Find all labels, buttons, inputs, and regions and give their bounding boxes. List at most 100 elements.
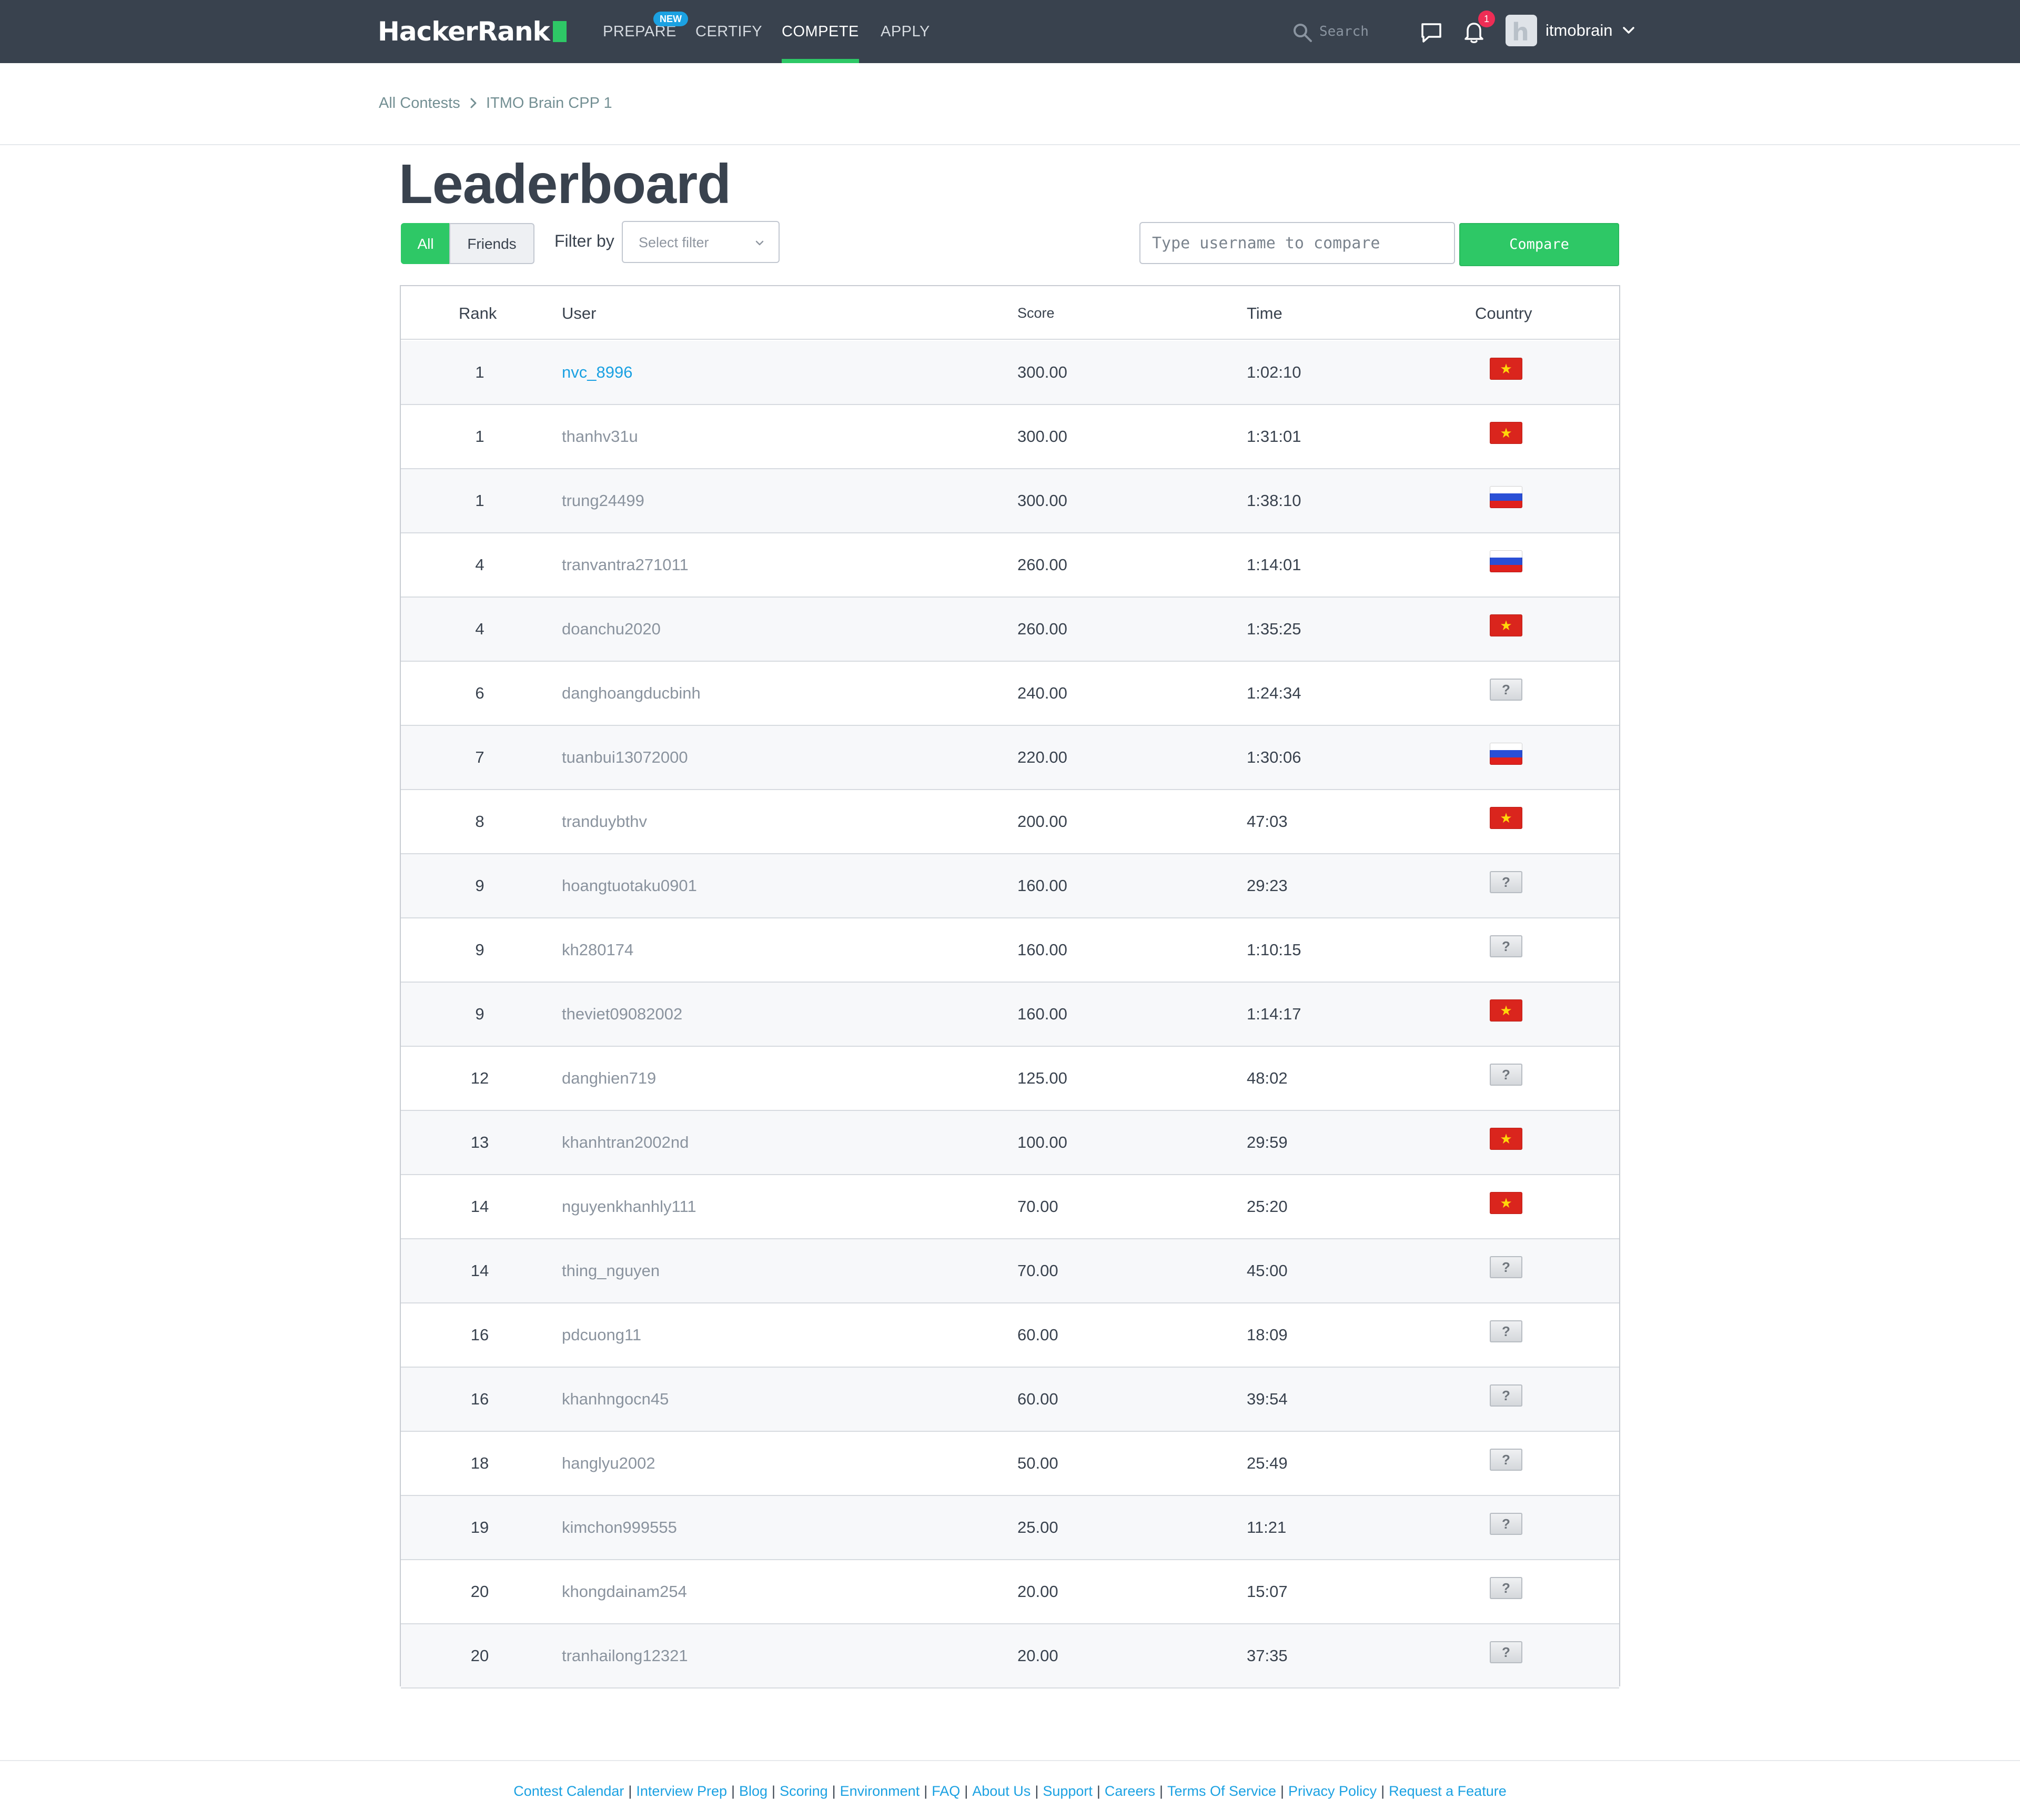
row-time: 1:24:34 <box>1247 684 1301 702</box>
row-time: 15:07 <box>1247 1582 1288 1601</box>
footer-link[interactable]: Scoring <box>780 1783 828 1799</box>
row-rank: 14 <box>470 1261 489 1280</box>
search-icon[interactable] <box>1292 22 1313 43</box>
table-header: Rank User Score Time Country <box>401 286 1619 340</box>
row-score: 200.00 <box>1017 812 1067 831</box>
footer-link[interactable]: Environment <box>840 1783 920 1799</box>
row-rank: 1 <box>475 491 484 510</box>
nav-prepare[interactable]: PREPARE <box>603 0 676 63</box>
row-username[interactable]: kimchon999555 <box>562 1518 677 1537</box>
search-input[interactable] <box>1319 20 1398 43</box>
nav-compete[interactable]: COMPETE <box>782 0 859 63</box>
row-username[interactable]: danghoangducbinh <box>562 684 701 703</box>
footer-link[interactable]: Contest Calendar <box>513 1783 624 1799</box>
row-username[interactable]: khanhtran2002nd <box>562 1133 689 1152</box>
hackerrank-logo[interactable]: HackerRank <box>378 16 567 47</box>
row-username[interactable]: theviet09082002 <box>562 1005 682 1024</box>
footer-link[interactable]: About Us <box>972 1783 1031 1799</box>
row-time: 1:10:15 <box>1247 941 1301 959</box>
row-username[interactable]: tuanbui13072000 <box>562 748 688 767</box>
unknown-flag-icon: ? <box>1490 1449 1522 1471</box>
footer-link[interactable]: Interview Prep <box>636 1783 727 1799</box>
row-rank: 14 <box>470 1197 489 1216</box>
avatar[interactable]: h <box>1506 15 1537 46</box>
row-username[interactable]: hoangtuotaku0901 <box>562 876 697 895</box>
table-row: 9 theviet09082002 160.00 1:14:17 ★ <box>401 983 1619 1047</box>
row-rank: 6 <box>475 684 484 702</box>
row-score: 260.00 <box>1017 555 1067 574</box>
messages-icon[interactable] <box>1419 21 1443 44</box>
unknown-flag-icon: ? <box>1490 1513 1522 1535</box>
footer-link[interactable]: Terms Of Service <box>1167 1783 1276 1799</box>
vietnam-flag-icon: ★ <box>1490 999 1522 1022</box>
footer-link[interactable]: Support <box>1043 1783 1093 1799</box>
row-score: 300.00 <box>1017 491 1067 510</box>
table-row: 9 kh280174 160.00 1:10:15? <box>401 918 1619 983</box>
row-username[interactable]: khongdainam254 <box>562 1582 687 1601</box>
row-score: 70.00 <box>1017 1261 1058 1280</box>
footer-links: Contest Calendar | Interview Prep | Blog | Sco… <box>0 1783 2020 1799</box>
table-row: 4 tranvantra271011 260.00 1:14:01 <box>401 533 1619 598</box>
row-username[interactable]: thanhv31u <box>562 427 638 446</box>
row-time: 37:35 <box>1247 1646 1288 1665</box>
row-username[interactable]: nguyenkhanhly111 <box>562 1197 696 1216</box>
filter-all-button[interactable]: All <box>401 223 450 264</box>
row-username[interactable]: hanglyu2002 <box>562 1454 655 1473</box>
table-row: 9 hoangtuotaku0901 160.00 29:23? <box>401 854 1619 918</box>
row-username[interactable]: pdcuong11 <box>562 1326 641 1344</box>
row-score: 160.00 <box>1017 1005 1067 1023</box>
table-row: 14 thing_nguyen 70.00 45:00? <box>401 1239 1619 1303</box>
nav-certify[interactable]: CERTIFY <box>695 0 762 63</box>
chevron-down-icon <box>755 240 764 246</box>
row-username[interactable]: tranduybthv <box>562 812 647 831</box>
filter-select[interactable]: Select filter <box>622 221 780 263</box>
row-username[interactable]: thing_nguyen <box>562 1261 660 1280</box>
row-score: 260.00 <box>1017 620 1067 638</box>
unknown-flag-icon: ? <box>1490 1256 1522 1278</box>
row-username[interactable]: kh280174 <box>562 941 633 959</box>
row-rank: 16 <box>470 1326 489 1344</box>
breadcrumb-all-contests[interactable]: All Contests <box>379 95 460 112</box>
compare-button[interactable]: Compare <box>1459 223 1619 266</box>
footer-link[interactable]: FAQ <box>932 1783 960 1799</box>
row-username[interactable]: tranhailong12321 <box>562 1646 688 1665</box>
row-score: 25.00 <box>1017 1518 1058 1536</box>
row-rank: 8 <box>475 812 484 831</box>
new-badge: NEW <box>653 12 688 26</box>
table-row: 4 doanchu2020 260.00 1:35:25 ★ <box>401 598 1619 662</box>
chevron-down-icon[interactable] <box>1621 23 1636 38</box>
row-score: 70.00 <box>1017 1197 1058 1216</box>
filter-friends-button[interactable]: Friends <box>449 223 534 264</box>
footer-link[interactable]: Request a Feature <box>1389 1783 1507 1799</box>
row-time: 29:23 <box>1247 876 1288 895</box>
table-row: 16 pdcuong11 60.00 18:09? <box>401 1303 1619 1368</box>
row-username[interactable]: khanhngocn45 <box>562 1390 669 1409</box>
footer-link[interactable]: Blog <box>739 1783 767 1799</box>
compare-username-input[interactable] <box>1139 222 1455 264</box>
row-score: 20.00 <box>1017 1582 1058 1601</box>
logo-mark <box>552 21 567 42</box>
footer-separator: | <box>1035 1783 1039 1799</box>
row-username[interactable]: danghien719 <box>562 1069 656 1088</box>
row-username[interactable]: nvc_8996 <box>562 363 632 382</box>
row-time: 1:31:01 <box>1247 427 1301 446</box>
username-menu[interactable]: itmobrain <box>1546 16 1613 45</box>
table-row: 1 nvc_8996 300.00 1:02:10 ★ <box>401 341 1619 405</box>
column-header-time: Time <box>1247 304 1282 322</box>
table-row: 16 khanhngocn45 60.00 39:54? <box>401 1368 1619 1432</box>
row-username[interactable]: tranvantra271011 <box>562 555 689 574</box>
breadcrumb-contest[interactable]: ITMO Brain CPP 1 <box>486 95 612 112</box>
row-username[interactable]: doanchu2020 <box>562 620 661 639</box>
nav-apply[interactable]: APPLY <box>881 0 930 63</box>
footer-link[interactable]: Careers <box>1105 1783 1155 1799</box>
row-username[interactable]: trung24499 <box>562 491 644 510</box>
footer-link[interactable]: Privacy Policy <box>1288 1783 1377 1799</box>
leaderboard-table: Rank User Score Time Country 1 nvc_8996 30… <box>400 285 1620 1688</box>
filter-select-placeholder: Select filter <box>639 235 709 250</box>
footer-separator: | <box>1280 1783 1285 1799</box>
chevron-right-icon <box>470 98 477 108</box>
footer-separator: | <box>964 1783 968 1799</box>
unknown-flag-icon: ? <box>1490 871 1522 893</box>
row-score: 50.00 <box>1017 1454 1058 1472</box>
row-time: 29:59 <box>1247 1133 1288 1151</box>
